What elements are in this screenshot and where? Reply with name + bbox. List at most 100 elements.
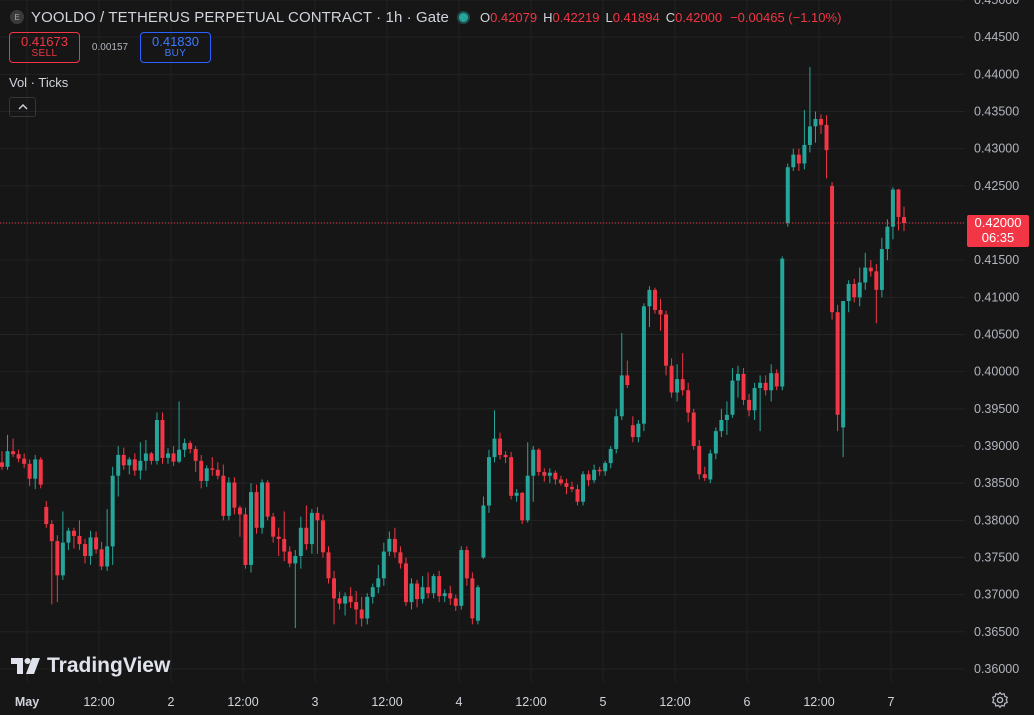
y-axis-tick-label: 0.40000 [974,365,1019,379]
candle-body [686,390,691,413]
candle-body [730,380,735,415]
candle-body [337,598,342,604]
candle-body [254,492,259,528]
bar-countdown: 06:35 [981,230,1015,245]
candle-body [237,507,242,515]
spread-value: 0.00157 [91,42,129,53]
candle-body [309,512,314,545]
candle-body [138,460,143,471]
candle-body [171,453,176,462]
candle-body [143,453,148,461]
y-axis-tick-label: 0.39000 [974,439,1019,453]
candle-body [166,453,171,458]
collapse-indicators-button[interactable] [9,97,36,117]
candle-body [481,505,486,558]
candle-body [492,438,497,458]
candle-body [409,583,414,603]
candle-body [625,375,630,386]
candle-body [475,587,480,621]
candle-body [724,414,729,420]
tradingview-logo-text: TradingView [47,654,171,677]
candle-body [298,527,303,557]
candle-body [758,382,763,389]
x-axis-tick-label: 12:00 [659,695,690,709]
candle-body [763,382,768,391]
candle-body [332,578,337,599]
candle-body [304,527,309,545]
candle-body [387,538,392,552]
y-axis-tick-label: 0.40500 [974,328,1019,342]
candle-body [652,289,657,310]
y-axis-tick-label: 0.37500 [974,551,1019,565]
tradingview-logo[interactable]: TradingView [11,654,170,678]
candle-body [592,469,597,481]
candle-body [675,379,680,393]
candle-body [796,154,801,164]
candle-body [879,249,884,290]
candle-body [564,483,569,487]
candle-body [664,314,669,366]
candle-body [359,609,364,619]
candle-body [77,535,82,545]
candle-body [702,474,707,478]
y-axis-tick-label: 0.39500 [974,402,1019,416]
candle-body [852,283,857,298]
candle-body [55,541,60,576]
exchange-icon[interactable]: E [10,10,24,24]
candle-body [326,552,331,579]
candle-body [459,550,464,606]
candle-body [365,596,370,619]
candle-body [415,583,420,600]
candle-body [38,459,43,485]
candle-body [641,306,646,424]
candle-body [381,551,386,579]
candle-body [127,459,132,466]
candle-body [221,475,226,516]
candle-body [619,375,624,417]
candle-body [160,419,165,458]
candle-body [149,453,154,461]
candle-body [680,379,685,391]
candle-body [348,596,353,603]
candle-body [896,189,901,218]
candle-body [448,593,453,599]
candle-body [11,451,16,455]
candle-body [868,267,873,272]
candle-body [719,419,724,432]
candle-body [558,479,563,484]
candle-body [403,563,408,603]
candle-body [830,185,835,313]
tradingview-logo-icon [11,658,40,674]
candle-body [177,449,182,462]
candle-body [437,576,442,597]
candle-body [608,448,613,464]
candle-body [110,475,115,547]
volume-indicator-label[interactable]: Vol · Ticks [9,75,68,90]
x-axis-tick-label: May [15,695,39,709]
symbol-title[interactable]: YOOLDO / TETHERUS PERPETUAL CONTRACT · 1… [31,9,449,26]
sell-button[interactable]: 0.41673 SELL [9,32,80,63]
candle-body [547,472,552,476]
chart-settings-button[interactable] [991,691,1009,709]
candle-body [204,468,209,481]
y-axis-tick-label: 0.43000 [974,142,1019,156]
candle-body [94,537,99,550]
candle-body [902,217,906,223]
candlestick-chart[interactable]: 0.45000 0.44500 0.44000 0.43500 0.43000 0.425… [0,0,1034,715]
candle-body [819,118,823,125]
y-axis-tick-label: 0.38000 [974,513,1019,527]
candle-body [5,451,10,467]
trade-panel: 0.41673 SELL 0.00157 0.41830 BUY [9,32,211,63]
candle-body [105,546,110,567]
y-axis-tick-label: 0.43500 [974,105,1019,119]
buy-button[interactable]: 0.41830 BUY [140,32,211,63]
candle-body [597,469,602,472]
candle-body [121,454,126,466]
candle-body [774,373,779,387]
candle-body [857,282,862,298]
candle-body [442,593,447,597]
y-axis-tick-label: 0.36500 [974,625,1019,639]
candle-body [464,550,469,579]
candle-body [22,458,27,464]
candle-body [188,443,193,449]
